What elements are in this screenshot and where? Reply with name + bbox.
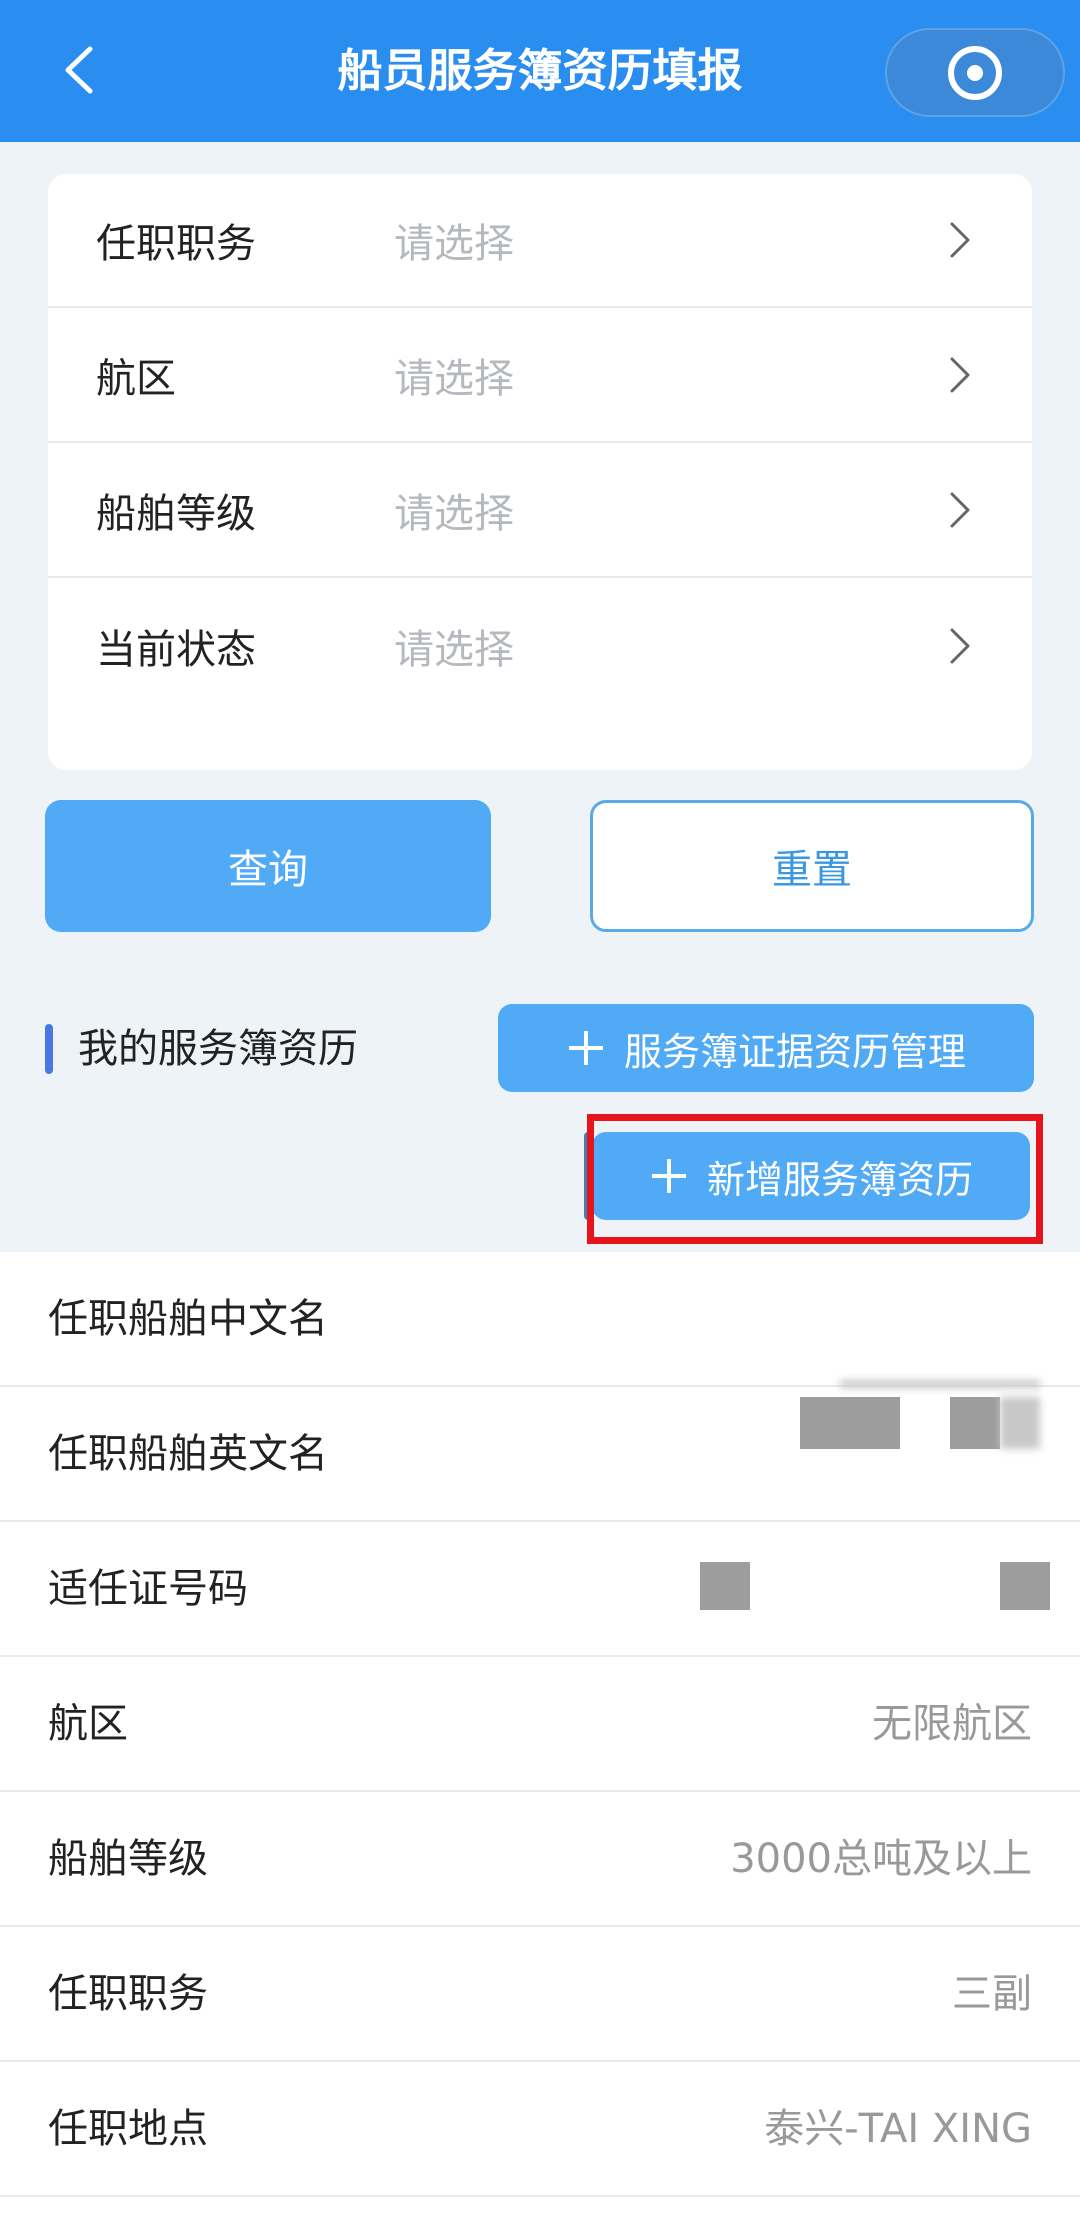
- detail-row: 任职船舶英文名: [0, 1387, 1080, 1522]
- redaction-mark: [1000, 1397, 1040, 1449]
- detail-label: 航区: [48, 1701, 128, 1747]
- filter-label: 船舶等级: [96, 491, 256, 537]
- reset-button[interactable]: 重置: [590, 800, 1034, 932]
- redaction-mark: [700, 1562, 750, 1610]
- detail-label: 任职船舶英文名: [48, 1431, 328, 1477]
- app-header: 船员服务簿资历填报: [0, 0, 1080, 142]
- detail-label: 任职职务: [48, 1971, 208, 2017]
- filter-placeholder: 请选择: [394, 356, 514, 402]
- plus-icon: [568, 1031, 603, 1065]
- highlight-annotation: [587, 1114, 1043, 1244]
- chevron-right-icon: [950, 222, 970, 258]
- detail-label: 任职船舶中文名: [48, 1296, 328, 1342]
- detail-row: 任职地点 泰兴-TAI XING: [0, 2062, 1080, 2197]
- filter-row-position[interactable]: 任职职务 请选择: [48, 174, 1032, 308]
- chevron-right-icon: [950, 628, 970, 664]
- filter-row-status[interactable]: 当前状态 请选择: [48, 579, 1032, 713]
- detail-value: 3000总吨及以上: [730, 1836, 1032, 1882]
- section-accent-bar: [45, 1024, 53, 1074]
- query-button[interactable]: 查询: [45, 800, 491, 932]
- record-icon: [948, 45, 1002, 100]
- detail-label: 任职地点: [48, 2106, 208, 2152]
- manage-records-button[interactable]: 服务簿证据资历管理: [498, 1004, 1034, 1092]
- filter-label: 任职职务: [96, 221, 256, 267]
- detail-row: 任职职务 三副: [0, 1927, 1080, 2062]
- section-title: 我的服务簿资历: [78, 1026, 358, 1072]
- redaction-mark: [950, 1397, 1000, 1449]
- detail-label: 适任证号码: [48, 1566, 248, 1612]
- detail-row: 船舶等级 3000总吨及以上: [0, 1792, 1080, 1927]
- filter-placeholder: 请选择: [394, 627, 514, 673]
- record-detail-list: 任职船舶中文名 任职船舶英文名 适任证号码 航区 无限航区 船舶等级 3000总…: [0, 1252, 1080, 2230]
- redaction-mark: [800, 1397, 900, 1449]
- filter-row-ship-grade[interactable]: 船舶等级 请选择: [48, 444, 1032, 578]
- detail-row: 航区 无限航区: [0, 1657, 1080, 1792]
- mini-program-capsule[interactable]: [885, 28, 1065, 117]
- detail-row: 任职船舶中文名: [0, 1252, 1080, 1388]
- detail-value: 三副: [952, 1971, 1032, 2017]
- manage-records-label: 服务簿证据资历管理: [623, 1029, 966, 1074]
- detail-row: 适任证号码: [0, 1522, 1080, 1657]
- filter-label: 当前状态: [96, 627, 256, 673]
- detail-value: 泰兴-TAI XING: [764, 2106, 1032, 2152]
- redaction-mark: [1000, 1562, 1050, 1610]
- filter-row-area[interactable]: 航区 请选择: [48, 309, 1032, 443]
- chevron-right-icon: [950, 492, 970, 528]
- filter-label: 航区: [96, 356, 176, 402]
- filter-card: 任职职务 请选择 航区 请选择 船舶等级 请选择 当前状态 请选择: [48, 174, 1032, 770]
- filter-placeholder: 请选择: [394, 491, 514, 537]
- detail-value: 无限航区: [872, 1701, 1032, 1747]
- detail-label: 船舶等级: [48, 1836, 208, 1882]
- chevron-right-icon: [950, 357, 970, 393]
- filter-placeholder: 请选择: [394, 221, 514, 267]
